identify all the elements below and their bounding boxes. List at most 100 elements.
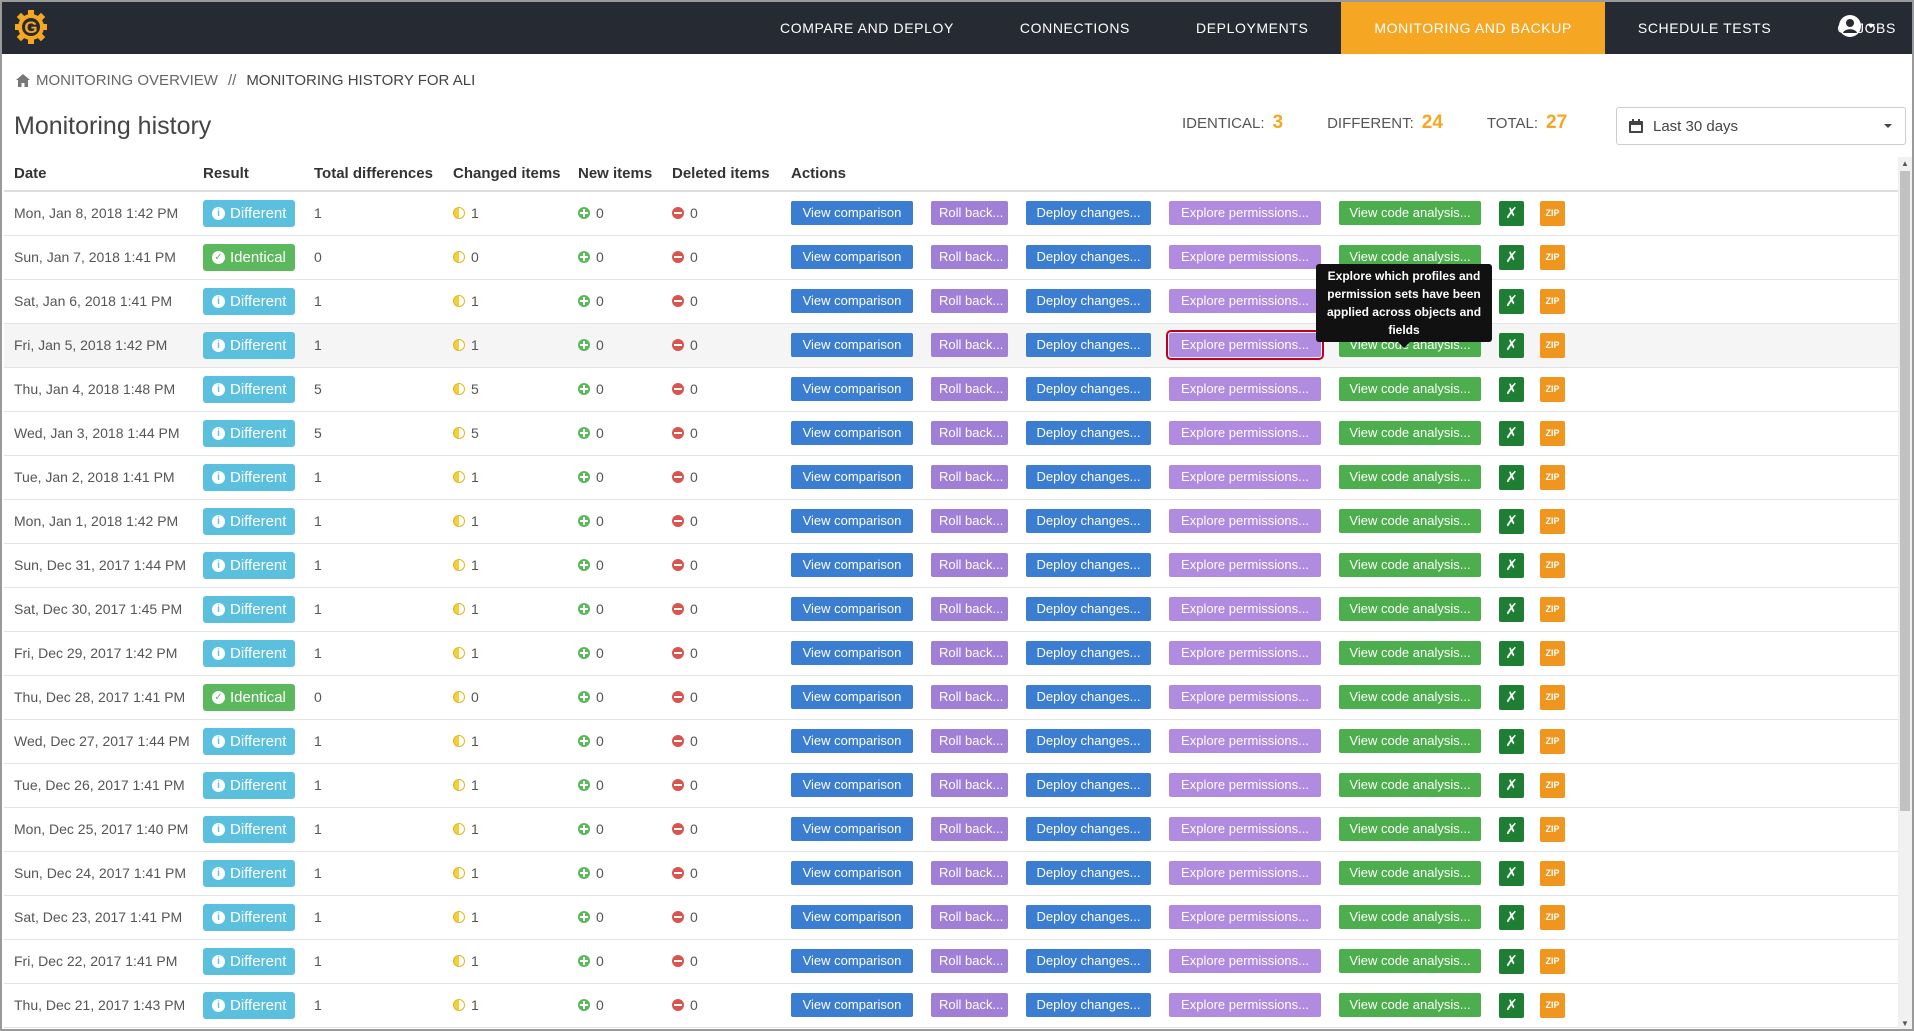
deploy-changes-button[interactable]: Deploy changes... bbox=[1026, 289, 1151, 313]
roll-back-button[interactable]: Roll back... bbox=[931, 641, 1008, 665]
deploy-changes-button[interactable]: Deploy changes... bbox=[1026, 729, 1151, 753]
zip-download-icon[interactable]: ZIP bbox=[1540, 640, 1565, 666]
zip-download-icon[interactable]: ZIP bbox=[1540, 376, 1565, 402]
view-code-analysis-button[interactable]: View code analysis... bbox=[1339, 773, 1481, 797]
deploy-changes-button[interactable]: Deploy changes... bbox=[1026, 861, 1151, 885]
view-code-analysis-button[interactable]: View code analysis... bbox=[1339, 949, 1481, 973]
zip-download-icon[interactable]: ZIP bbox=[1540, 464, 1565, 490]
scrollbar-thumb[interactable] bbox=[1900, 171, 1910, 811]
excel-export-icon[interactable]: ✗ bbox=[1499, 288, 1524, 314]
deploy-changes-button[interactable]: Deploy changes... bbox=[1026, 465, 1151, 489]
breadcrumb-monitoring-overview[interactable]: MONITORING OVERVIEW bbox=[36, 72, 218, 89]
explore-permissions-button[interactable]: Explore permissions... bbox=[1169, 553, 1321, 577]
deploy-changes-button[interactable]: Deploy changes... bbox=[1026, 421, 1151, 445]
explore-permissions-button[interactable]: Explore permissions... bbox=[1169, 245, 1321, 269]
view-comparison-button[interactable]: View comparison bbox=[791, 509, 913, 533]
col-changed-items[interactable]: Changed items bbox=[443, 157, 568, 192]
view-code-analysis-button[interactable]: View code analysis... bbox=[1339, 905, 1481, 929]
roll-back-button[interactable]: Roll back... bbox=[931, 949, 1008, 973]
view-comparison-button[interactable]: View comparison bbox=[791, 993, 913, 1017]
roll-back-button[interactable]: Roll back... bbox=[931, 773, 1008, 797]
scroll-down-arrow-icon[interactable]: ▼ bbox=[1898, 1017, 1912, 1029]
col-total-differences[interactable]: Total differences bbox=[304, 157, 443, 192]
excel-export-icon[interactable]: ✗ bbox=[1499, 508, 1524, 534]
explore-permissions-button[interactable]: Explore permissions... bbox=[1169, 597, 1321, 621]
roll-back-button[interactable]: Roll back... bbox=[931, 817, 1008, 841]
view-code-analysis-button[interactable]: View code analysis... bbox=[1339, 641, 1481, 665]
excel-export-icon[interactable]: ✗ bbox=[1499, 596, 1524, 622]
roll-back-button[interactable]: Roll back... bbox=[931, 377, 1008, 401]
zip-download-icon[interactable]: ZIP bbox=[1540, 288, 1565, 314]
zip-download-icon[interactable]: ZIP bbox=[1540, 684, 1565, 710]
gearset-logo[interactable]: G bbox=[14, 8, 48, 46]
roll-back-button[interactable]: Roll back... bbox=[931, 509, 1008, 533]
view-comparison-button[interactable]: View comparison bbox=[791, 597, 913, 621]
excel-export-icon[interactable]: ✗ bbox=[1499, 332, 1524, 358]
explore-permissions-button[interactable]: Explore permissions... bbox=[1169, 949, 1321, 973]
col-new-items[interactable]: New items bbox=[568, 157, 662, 192]
roll-back-button[interactable]: Roll back... bbox=[931, 465, 1008, 489]
deploy-changes-button[interactable]: Deploy changes... bbox=[1026, 245, 1151, 269]
date-range-select[interactable]: Last 30 days bbox=[1616, 107, 1906, 145]
zip-download-icon[interactable]: ZIP bbox=[1540, 816, 1565, 842]
deploy-changes-button[interactable]: Deploy changes... bbox=[1026, 333, 1151, 357]
view-comparison-button[interactable]: View comparison bbox=[791, 245, 913, 269]
explore-permissions-button[interactable]: Explore permissions... bbox=[1169, 289, 1321, 313]
deploy-changes-button[interactable]: Deploy changes... bbox=[1026, 597, 1151, 621]
deploy-changes-button[interactable]: Deploy changes... bbox=[1026, 993, 1151, 1017]
roll-back-button[interactable]: Roll back... bbox=[931, 245, 1008, 269]
roll-back-button[interactable]: Roll back... bbox=[931, 289, 1008, 313]
explore-permissions-button[interactable]: Explore permissions... bbox=[1169, 905, 1321, 929]
view-comparison-button[interactable]: View comparison bbox=[791, 773, 913, 797]
view-code-analysis-button[interactable]: View code analysis... bbox=[1339, 509, 1481, 533]
col-result[interactable]: Result bbox=[193, 157, 304, 192]
view-comparison-button[interactable]: View comparison bbox=[791, 641, 913, 665]
zip-download-icon[interactable]: ZIP bbox=[1540, 552, 1565, 578]
col-date[interactable]: Date bbox=[4, 157, 193, 192]
roll-back-button[interactable]: Roll back... bbox=[931, 685, 1008, 709]
zip-download-icon[interactable]: ZIP bbox=[1540, 332, 1565, 358]
zip-download-icon[interactable]: ZIP bbox=[1540, 508, 1565, 534]
excel-export-icon[interactable]: ✗ bbox=[1499, 772, 1524, 798]
explore-permissions-button[interactable]: Explore permissions... bbox=[1169, 817, 1321, 841]
deploy-changes-button[interactable]: Deploy changes... bbox=[1026, 817, 1151, 841]
zip-download-icon[interactable]: ZIP bbox=[1540, 992, 1565, 1018]
user-menu[interactable] bbox=[1838, 14, 1876, 38]
roll-back-button[interactable]: Roll back... bbox=[931, 729, 1008, 753]
explore-permissions-button[interactable]: Explore permissions... bbox=[1166, 330, 1324, 360]
scroll-up-arrow-icon[interactable]: ▲ bbox=[1898, 157, 1912, 171]
excel-export-icon[interactable]: ✗ bbox=[1499, 640, 1524, 666]
explore-permissions-button[interactable]: Explore permissions... bbox=[1169, 377, 1321, 401]
view-comparison-button[interactable]: View comparison bbox=[791, 949, 913, 973]
col-deleted-items[interactable]: Deleted items bbox=[662, 157, 781, 192]
explore-permissions-button[interactable]: Explore permissions... bbox=[1169, 773, 1321, 797]
deploy-changes-button[interactable]: Deploy changes... bbox=[1026, 641, 1151, 665]
explore-permissions-button[interactable]: Explore permissions... bbox=[1169, 641, 1321, 665]
view-comparison-button[interactable]: View comparison bbox=[791, 685, 913, 709]
view-code-analysis-button[interactable]: View code analysis... bbox=[1339, 685, 1481, 709]
nav-deployments[interactable]: DEPLOYMENTS bbox=[1163, 2, 1341, 54]
view-comparison-button[interactable]: View comparison bbox=[791, 377, 913, 401]
deploy-changes-button[interactable]: Deploy changes... bbox=[1026, 509, 1151, 533]
roll-back-button[interactable]: Roll back... bbox=[931, 993, 1008, 1017]
deploy-changes-button[interactable]: Deploy changes... bbox=[1026, 773, 1151, 797]
explore-permissions-button[interactable]: Explore permissions... bbox=[1169, 729, 1321, 753]
view-code-analysis-button[interactable]: View code analysis... bbox=[1339, 861, 1481, 885]
nav-connections[interactable]: CONNECTIONS bbox=[987, 2, 1163, 54]
excel-export-icon[interactable]: ✗ bbox=[1499, 816, 1524, 842]
view-comparison-button[interactable]: View comparison bbox=[791, 333, 913, 357]
view-comparison-button[interactable]: View comparison bbox=[791, 861, 913, 885]
deploy-changes-button[interactable]: Deploy changes... bbox=[1026, 553, 1151, 577]
zip-download-icon[interactable]: ZIP bbox=[1540, 772, 1565, 798]
excel-export-icon[interactable]: ✗ bbox=[1499, 860, 1524, 886]
view-code-analysis-button[interactable]: View code analysis... bbox=[1339, 597, 1481, 621]
deploy-changes-button[interactable]: Deploy changes... bbox=[1026, 377, 1151, 401]
deploy-changes-button[interactable]: Deploy changes... bbox=[1026, 949, 1151, 973]
excel-export-icon[interactable]: ✗ bbox=[1499, 464, 1524, 490]
view-code-analysis-button[interactable]: View code analysis... bbox=[1339, 465, 1481, 489]
roll-back-button[interactable]: Roll back... bbox=[931, 333, 1008, 357]
explore-permissions-button[interactable]: Explore permissions... bbox=[1169, 861, 1321, 885]
explore-permissions-button[interactable]: Explore permissions... bbox=[1169, 685, 1321, 709]
zip-download-icon[interactable]: ZIP bbox=[1540, 244, 1565, 270]
explore-permissions-button[interactable]: Explore permissions... bbox=[1169, 465, 1321, 489]
